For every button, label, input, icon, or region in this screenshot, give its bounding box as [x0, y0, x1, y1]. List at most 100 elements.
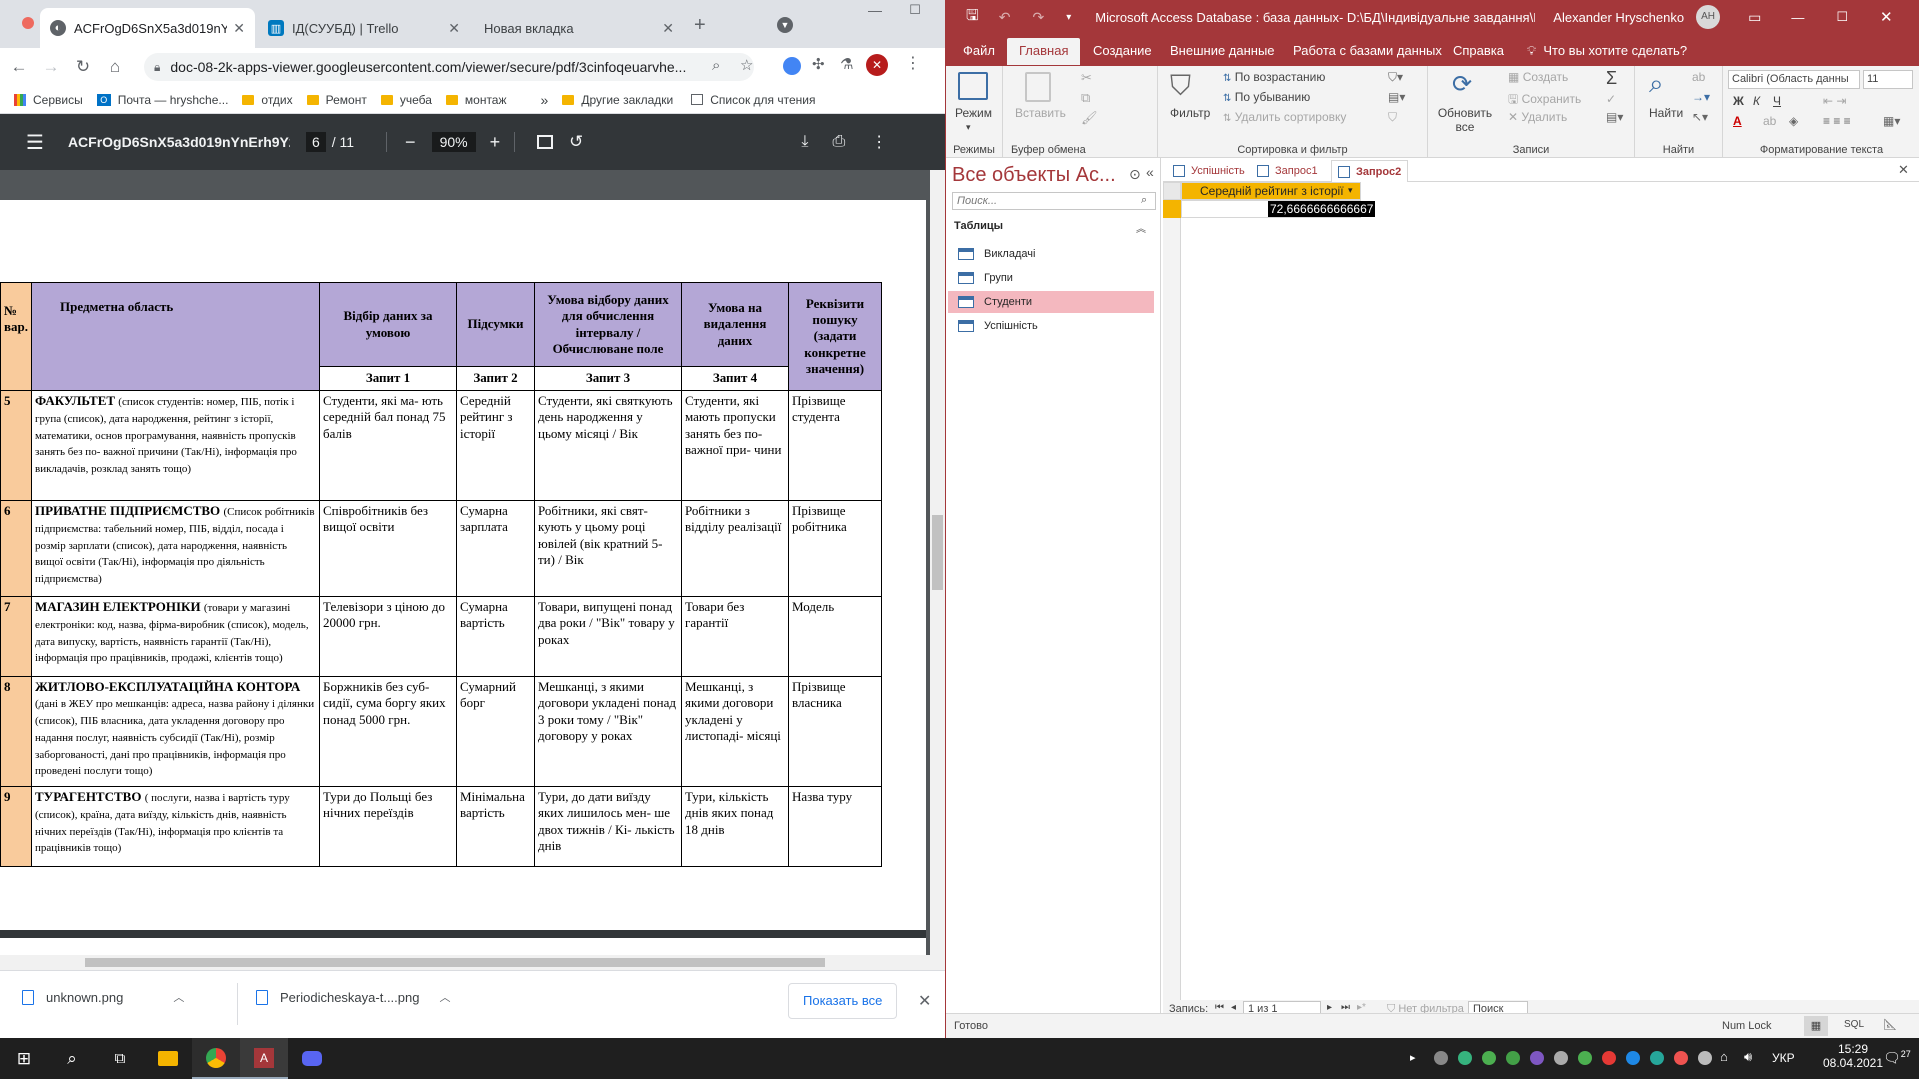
tab-home[interactable]: Главная	[1007, 38, 1081, 65]
toggle-filter-icon[interactable]: ⛉	[1388, 110, 1397, 125]
zoom-out-icon[interactable]: −	[405, 132, 416, 153]
zoom-input[interactable]: 90%	[431, 132, 476, 152]
pdf-more-icon[interactable]: ⋮	[871, 132, 887, 152]
vertical-scrollbar[interactable]	[930, 170, 945, 955]
save-record-button[interactable]: 🖫︎ Сохранить	[1508, 90, 1581, 111]
totals-icon[interactable]: Σ	[1606, 68, 1617, 89]
maximize-icon[interactable]: ☐	[1836, 9, 1848, 25]
tray-app-icon[interactable]	[1458, 1051, 1472, 1065]
select-all-cell[interactable]	[1163, 182, 1181, 200]
tray-app-icon[interactable]	[1626, 1051, 1640, 1065]
more-records-icon[interactable]: ▤▾	[1606, 110, 1623, 124]
tab-doc-grades[interactable]: Успішність	[1167, 160, 1251, 182]
tray-app-icon[interactable]	[1482, 1051, 1496, 1065]
new-record-button[interactable]: ▦ Создать	[1508, 70, 1568, 84]
reload-icon[interactable]: ↻	[70, 54, 96, 80]
clock[interactable]: 15:29 08.04.2021	[1818, 1042, 1888, 1070]
replace-icon[interactable]: ab	[1692, 70, 1705, 84]
nav-item-grades[interactable]: Успішність	[948, 315, 1154, 337]
selection-filter-icon[interactable]: ⛉▾	[1388, 70, 1403, 85]
task-view-icon[interactable]: ⧉	[96, 1038, 144, 1079]
language-indicator[interactable]: УКР	[1772, 1051, 1795, 1065]
bookmark-services[interactable]: Сервисы	[14, 93, 83, 107]
zoom-search-icon[interactable]: ⌕	[712, 57, 720, 74]
nav-item-groups[interactable]: Групи	[948, 267, 1154, 289]
font-color-icon[interactable]: A	[1733, 114, 1742, 128]
home-icon[interactable]: ⌂	[102, 54, 128, 80]
section-collapse-icon[interactable]: ︽	[1136, 220, 1146, 235]
underline-button[interactable]: Ч	[1773, 94, 1781, 108]
save-icon[interactable]: 🖫︎	[966, 5, 979, 30]
chrome-icon[interactable]	[192, 1038, 240, 1079]
first-record-icon[interactable]: ⏮	[1215, 1002, 1224, 1013]
refresh-icon[interactable]: ⟳	[1452, 70, 1472, 99]
nav-search-input[interactable]: Поиск...	[952, 192, 1156, 210]
network-icon[interactable]: ⌂	[1720, 1049, 1728, 1064]
puzzle-icon[interactable]: ✣	[812, 55, 825, 73]
fill-color-icon[interactable]: ◈	[1789, 114, 1798, 128]
avatar[interactable]: AH	[1696, 5, 1721, 29]
filter-icon[interactable]: ⛉	[1170, 70, 1191, 103]
last-record-icon[interactable]: ⏭	[1341, 1002, 1350, 1013]
horizontal-scrollbar[interactable]	[0, 955, 945, 970]
tell-me-box[interactable]: 💡︎ Что вы хотите сделать?	[1527, 43, 1687, 59]
avatar[interactable]: ✕	[866, 54, 888, 76]
maximize-icon[interactable]: ☐	[895, 2, 935, 18]
download-item-1[interactable]: unknown.png ︿	[22, 989, 184, 1005]
reading-list[interactable]: Список для чтения	[691, 93, 815, 107]
notifications-icon[interactable]: 🗨︎27	[1883, 1049, 1911, 1067]
pdf-viewport[interactable]: № вар. Предметна область Відбір даних за…	[0, 170, 930, 955]
collapse-pane-icon[interactable]: «	[1146, 164, 1154, 180]
bookmarks-more-icon[interactable]: »	[541, 92, 549, 108]
paste-icon[interactable]	[1025, 72, 1051, 102]
nav-pane-title[interactable]: Все объекты Ac...	[952, 164, 1116, 187]
tab-new[interactable]: Новая вкладка ✕	[474, 8, 684, 48]
format-painter-icon[interactable]: 🖌︎	[1081, 110, 1098, 126]
tab-doc-query1[interactable]: Запрос1	[1251, 160, 1324, 182]
new-tab-icon[interactable]: +	[694, 14, 706, 37]
other-bookmarks[interactable]: Другие закладки	[562, 93, 673, 107]
discord-icon[interactable]	[288, 1038, 336, 1079]
record-selector[interactable]	[1163, 200, 1181, 218]
tray-expand-icon[interactable]: ▸	[1410, 1051, 1416, 1064]
bold-button[interactable]: Ж	[1733, 94, 1744, 108]
show-all-button[interactable]: Показать все	[788, 983, 898, 1019]
spelling-icon[interactable]: ✓	[1606, 92, 1616, 106]
tray-app-icon[interactable]	[1650, 1051, 1664, 1065]
download-item-2[interactable]: Periodicheskaya-t....png ︿	[256, 989, 450, 1005]
font-size-select[interactable]: 11	[1863, 70, 1913, 89]
tab-search-icon[interactable]: ▼	[777, 17, 793, 33]
chevron-up-icon[interactable]: ︿	[439, 989, 450, 1005]
nav-section-tables[interactable]: Таблицы	[954, 220, 1003, 232]
start-icon[interactable]: ⊞	[0, 1038, 48, 1079]
scroll-thumb[interactable]	[85, 958, 825, 967]
design-view-icon[interactable]: 📐︎	[1883, 1018, 1897, 1031]
fit-page-icon[interactable]	[537, 135, 554, 149]
refresh-all-button[interactable]: Обновить все	[1434, 106, 1496, 135]
indent-icon[interactable]: ⇤ ⇥	[1823, 94, 1846, 108]
chevron-up-icon[interactable]: ︿	[173, 989, 184, 1005]
cut-icon[interactable]: ✂	[1081, 70, 1092, 86]
font-name-select[interactable]: Calibri (Область данны	[1728, 70, 1860, 89]
bookmark-mail[interactable]: O Почта — hryshche...	[96, 93, 228, 107]
highlight-icon[interactable]: ab	[1763, 114, 1776, 128]
bookmark-star-icon[interactable]: ☆	[740, 56, 753, 74]
close-document-icon[interactable]: ✕	[1898, 162, 1909, 178]
bookmark-folder-3[interactable]: учеба	[380, 93, 432, 107]
nav-dropdown-icon[interactable]: ⊙	[1129, 166, 1141, 183]
zoom-in-icon[interactable]: +	[490, 132, 501, 153]
filter-button[interactable]: Фильтр	[1170, 106, 1210, 120]
nav-item-students[interactable]: Студенти	[948, 291, 1154, 313]
microphone-icon[interactable]	[1698, 1051, 1712, 1065]
close-downloads-icon[interactable]: ✕	[918, 991, 931, 1011]
rotate-icon[interactable]: ↺	[569, 132, 583, 152]
tray-app-icon[interactable]	[1674, 1051, 1688, 1065]
flask-icon[interactable]: ⚗	[840, 55, 853, 73]
tab-create[interactable]: Создание	[1093, 43, 1152, 58]
tab-doc-query2[interactable]: Запрос2	[1331, 160, 1409, 182]
tray-app-icon[interactable]	[1578, 1051, 1592, 1065]
next-record-icon[interactable]: ▸	[1327, 1002, 1332, 1013]
hamburger-icon[interactable]: ☰	[26, 130, 44, 155]
goto-icon[interactable]: →▾	[1692, 90, 1710, 104]
minimize-icon[interactable]: —	[855, 2, 895, 18]
